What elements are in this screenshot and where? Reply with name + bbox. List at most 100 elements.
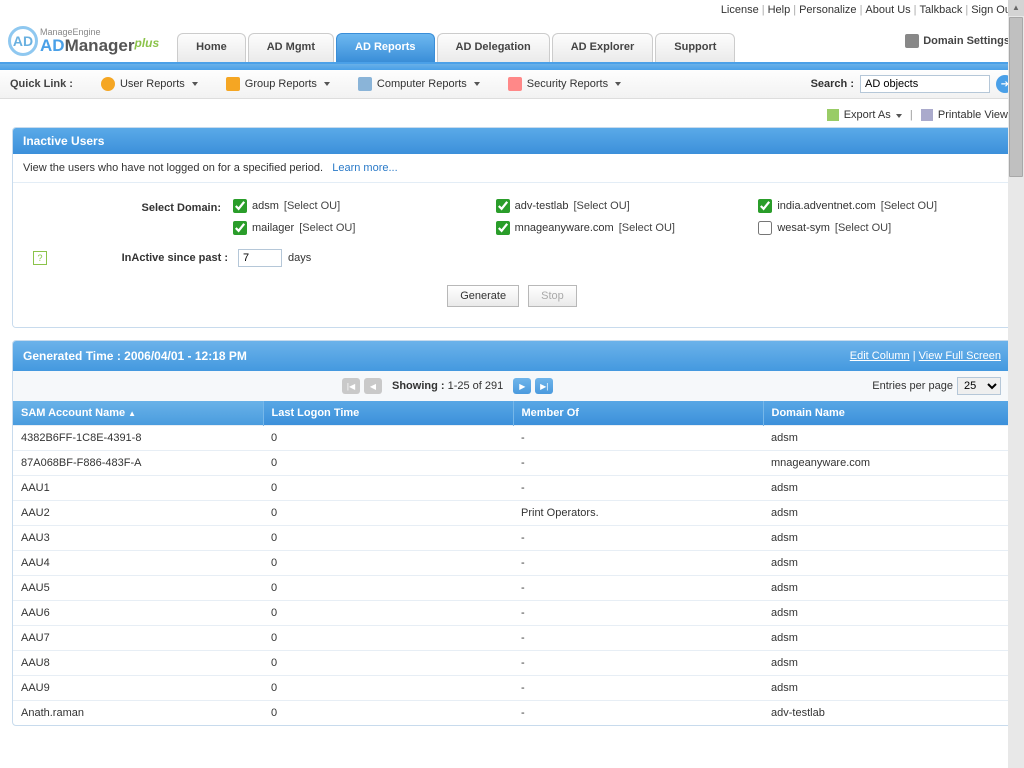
select-ou-link[interactable]: [Select OU] — [619, 222, 675, 234]
quick-item-label: User Reports — [120, 78, 185, 90]
results-table: SAM Account Name▲Last Logon TimeMember O… — [13, 401, 1011, 725]
top-link-about-us[interactable]: About Us — [865, 4, 910, 16]
select-ou-link[interactable]: [Select OU] — [881, 200, 937, 212]
domain-checkbox[interactable] — [758, 199, 772, 213]
cell-last: 0 — [263, 576, 513, 601]
top-link-license[interactable]: License — [721, 4, 759, 16]
domain-settings-link[interactable]: Domain Settings — [905, 34, 1010, 48]
quick-link-bar: Quick Link : User Reports Group Reports … — [0, 70, 1024, 99]
cell-domain: adsm — [763, 626, 1011, 651]
select-domain-label: Select Domain: — [33, 199, 233, 214]
quick-security-reports[interactable]: Security Reports — [508, 77, 621, 91]
table-row[interactable]: AAU50-adsm — [13, 576, 1011, 601]
table-row[interactable]: 87A068BF-F886-483F-A0-mnageanyware.com — [13, 451, 1011, 476]
col-member-of[interactable]: Member Of — [513, 401, 763, 426]
scrollbar[interactable]: ▲ — [1008, 0, 1024, 768]
domain-name: wesat-sym — [777, 222, 830, 234]
quick-item-label: Group Reports — [245, 78, 317, 90]
results-panel: Generated Time : 2006/04/01 - 12:18 PM E… — [12, 340, 1012, 726]
button-row: Generate Stop — [33, 285, 991, 307]
table-row[interactable]: AAU10-adsm — [13, 476, 1011, 501]
domain-item-mnageanyware-com: mnageanyware.com [Select OU] — [496, 221, 729, 235]
cell-member: Print Operators. — [513, 501, 763, 526]
caret-icon — [896, 114, 902, 118]
tab-ad-explorer[interactable]: AD Explorer — [552, 33, 654, 62]
domain-checkbox[interactable] — [233, 221, 247, 235]
help-icon[interactable]: ? — [33, 251, 47, 265]
last-page-button[interactable]: ▶| — [535, 378, 553, 394]
table-row[interactable]: Anath.raman0-adv-testlab — [13, 701, 1011, 726]
export-toolbar: Export As | Printable View — [12, 107, 1012, 127]
cell-member: - — [513, 526, 763, 551]
table-row[interactable]: AAU70-adsm — [13, 626, 1011, 651]
domain-checkbox[interactable] — [233, 199, 247, 213]
domain-name: mnageanyware.com — [515, 222, 614, 234]
cell-last: 0 — [263, 551, 513, 576]
top-link-personalize[interactable]: Personalize — [799, 4, 856, 16]
tab-support[interactable]: Support — [655, 33, 735, 62]
prev-page-button[interactable]: ◀ — [364, 378, 382, 394]
caret-icon — [324, 82, 330, 86]
cell-sam: AAU2 — [13, 501, 263, 526]
cell-domain: adsm — [763, 476, 1011, 501]
stop-button[interactable]: Stop — [528, 285, 577, 307]
search-input[interactable] — [860, 75, 990, 93]
top-link-help[interactable]: Help — [768, 4, 791, 16]
cell-last: 0 — [263, 426, 513, 451]
days-input[interactable] — [238, 249, 282, 267]
table-row[interactable]: AAU90-adsm — [13, 676, 1011, 701]
domain-checkbox[interactable] — [496, 221, 510, 235]
separator: | — [759, 4, 768, 16]
cell-member: - — [513, 651, 763, 676]
generate-button[interactable]: Generate — [447, 285, 519, 307]
gear-icon — [905, 34, 919, 48]
first-page-button[interactable]: |◀ — [342, 378, 360, 394]
quick-group-reports[interactable]: Group Reports — [226, 77, 330, 91]
col-last-logon-time[interactable]: Last Logon Time — [263, 401, 513, 426]
col-domain-name[interactable]: Domain Name — [763, 401, 1011, 426]
inactive-row: ? InActive since past : days — [33, 249, 991, 267]
col-sam-account-name[interactable]: SAM Account Name▲ — [13, 401, 263, 426]
table-row[interactable]: AAU60-adsm — [13, 601, 1011, 626]
domain-name: adsm — [252, 200, 279, 212]
tab-home[interactable]: Home — [177, 33, 246, 62]
view-fullscreen-link[interactable]: View Full Screen — [919, 350, 1001, 362]
quick-computer-reports[interactable]: Computer Reports — [358, 77, 480, 91]
select-ou-link[interactable]: [Select OU] — [299, 222, 355, 234]
domain-checkbox[interactable] — [758, 221, 772, 235]
user-icon — [101, 77, 115, 91]
top-link-talkback[interactable]: Talkback — [920, 4, 963, 16]
export-as-link[interactable]: Export As — [844, 109, 902, 121]
table-row[interactable]: AAU80-adsm — [13, 651, 1011, 676]
table-row[interactable]: AAU20Print Operators.adsm — [13, 501, 1011, 526]
select-ou-link[interactable]: [Select OU] — [573, 200, 629, 212]
domain-item-adv-testlab: adv-testlab [Select OU] — [496, 199, 729, 213]
edit-column-link[interactable]: Edit Column — [850, 350, 910, 362]
table-row[interactable]: AAU30-adsm — [13, 526, 1011, 551]
cell-sam: 87A068BF-F886-483F-A — [13, 451, 263, 476]
scroll-up-icon[interactable]: ▲ — [1008, 0, 1024, 16]
select-ou-link[interactable]: [Select OU] — [835, 222, 891, 234]
next-page-button[interactable]: ▶ — [513, 378, 531, 394]
cell-sam: AAU8 — [13, 651, 263, 676]
epp-select[interactable]: 25 — [957, 377, 1001, 395]
inactive-label: InActive since past : — [53, 252, 228, 264]
cell-member: - — [513, 451, 763, 476]
scroll-thumb[interactable] — [1009, 17, 1023, 177]
cell-member: - — [513, 701, 763, 726]
domain-checkbox[interactable] — [496, 199, 510, 213]
cell-last: 0 — [263, 651, 513, 676]
cell-last: 0 — [263, 626, 513, 651]
quick-user-reports[interactable]: User Reports — [101, 77, 198, 91]
tab-ad-mgmt[interactable]: AD Mgmt — [248, 33, 334, 62]
tab-ad-delegation[interactable]: AD Delegation — [437, 33, 550, 62]
select-ou-link[interactable]: [Select OU] — [284, 200, 340, 212]
printable-view-link[interactable]: Printable View — [938, 109, 1008, 121]
learn-more-link[interactable]: Learn more... — [332, 162, 397, 174]
computer-icon — [358, 77, 372, 91]
table-row[interactable]: AAU40-adsm — [13, 551, 1011, 576]
tab-ad-reports[interactable]: AD Reports — [336, 33, 435, 62]
table-row[interactable]: 4382B6FF-1C8E-4391-80-adsm — [13, 426, 1011, 451]
filter-panel: Inactive Users View the users who have n… — [12, 127, 1012, 328]
header-links: Edit Column | View Full Screen — [850, 350, 1001, 362]
